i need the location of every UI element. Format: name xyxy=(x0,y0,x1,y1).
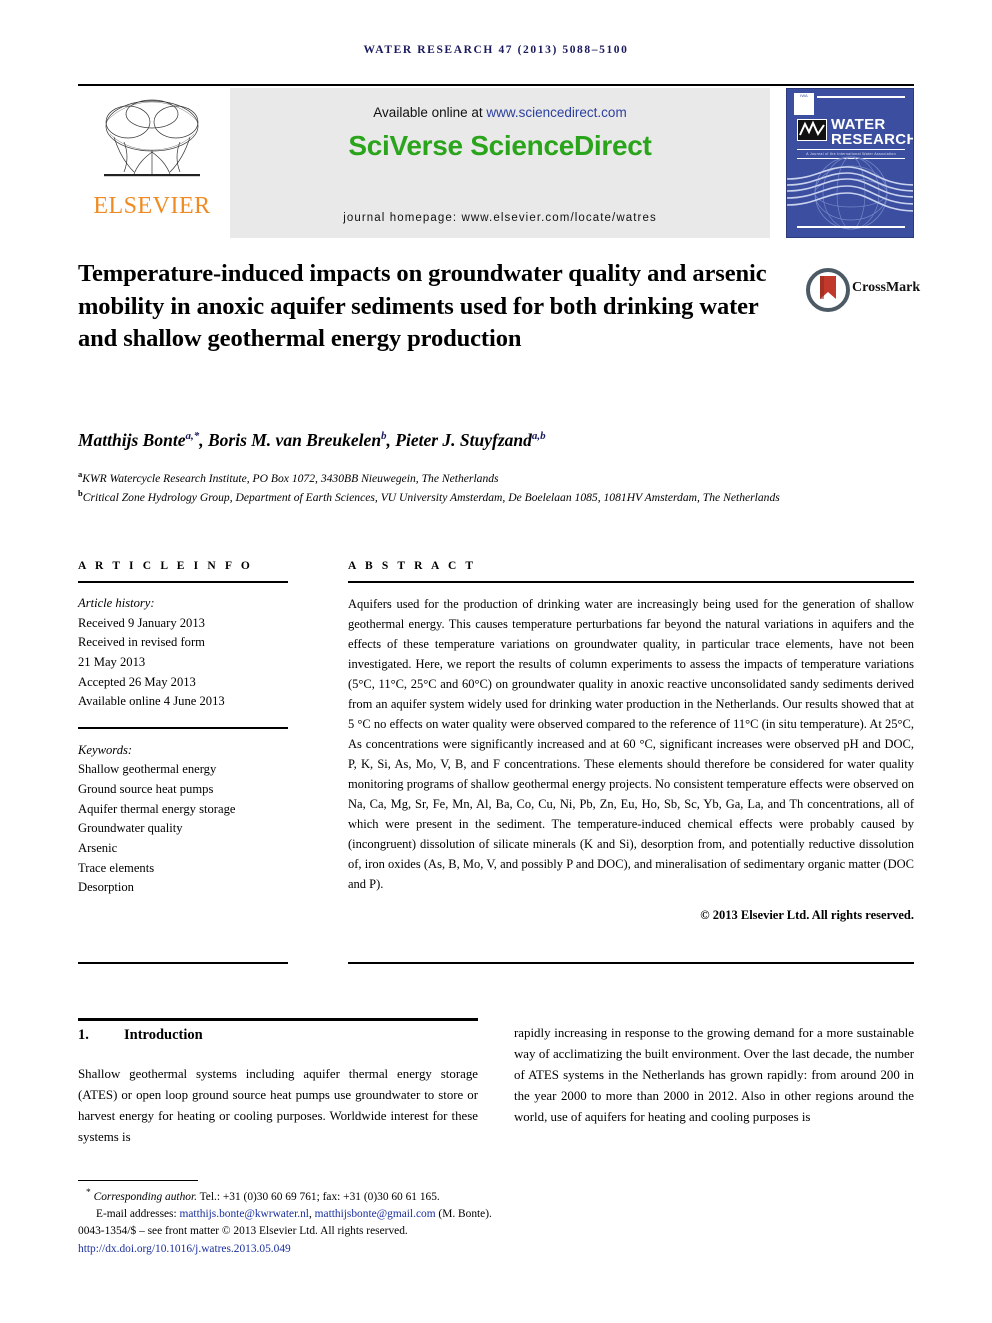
page-title: Temperature-induced impacts on groundwat… xyxy=(78,260,767,353)
iwa-wave-glyph-icon xyxy=(799,120,825,137)
body-column-left: Shallow geothermal systems including aqu… xyxy=(78,1067,478,1144)
article-info-column: A R T I C L E I N F O Article history: R… xyxy=(78,560,288,898)
masthead: ELSEVIER Available online at www.science… xyxy=(78,88,914,238)
cover-globe-waves-graphic xyxy=(787,156,913,230)
journal-homepage-line[interactable]: journal homepage: www.elsevier.com/locat… xyxy=(230,212,770,224)
footnote-rule xyxy=(78,1180,198,1181)
affiliation-a: aKWR Watercycle Research Institute, PO B… xyxy=(78,469,499,485)
journal-article-page: WATER RESEARCH 47 (2013) 5088–5100 ELSEV… xyxy=(0,0,992,1323)
keyword-item: Groundwater quality xyxy=(78,821,183,836)
email-suffix: (M. Bonte). xyxy=(435,1208,492,1221)
history-item: Accepted 26 May 2013 xyxy=(78,674,196,689)
elsevier-wordmark: ELSEVIER xyxy=(93,193,211,219)
email-link-secondary[interactable]: matthijsbonte@gmail.com xyxy=(315,1208,436,1220)
elsevier-tree-icon xyxy=(104,99,200,177)
abstract-copyright: © 2013 Elsevier Ltd. All rights reserved… xyxy=(700,908,914,922)
abstract-heading: A B S T R A C T xyxy=(348,560,477,572)
article-info-bottom-rule xyxy=(78,962,288,964)
history-item: Received 9 January 2013 xyxy=(78,615,205,630)
keyword-item: Aquifer thermal energy storage xyxy=(78,801,236,816)
keywords-rule xyxy=(78,726,288,729)
email-link-primary[interactable]: matthijs.bonte@kwrwater.nl xyxy=(180,1208,309,1220)
keyword-item: Arsenic xyxy=(78,841,118,856)
running-head: WATER RESEARCH 47 (2013) 5088–5100 xyxy=(363,44,629,56)
email-note: E-mail addresses: matthijs.bonte@kwrwate… xyxy=(78,1206,518,1223)
journal-cover-thumbnail: IWA WATER RESEARCH A Journal of the Inte… xyxy=(786,88,914,238)
history-item: Available online 4 June 2013 xyxy=(78,694,225,709)
author-list: Matthijs Bontea,*, Boris M. van Breukele… xyxy=(78,430,546,450)
keywords-block: Keywords: Shallow geothermal energy Grou… xyxy=(78,741,288,898)
doi-link[interactable]: http://dx.doi.org/10.1016/j.watres.2013.… xyxy=(78,1241,518,1258)
elsevier-logo: ELSEVIER xyxy=(78,88,226,238)
header-rule xyxy=(78,84,914,86)
cover-bottom-rule xyxy=(797,226,905,228)
keyword-item: Trace elements xyxy=(78,860,155,875)
history-item: 21 May 2013 xyxy=(78,654,146,669)
sciencedirect-url-link[interactable]: www.sciencedirect.com xyxy=(486,105,626,120)
abstract-column: A B S T R A C T Aquifers used for the pr… xyxy=(348,560,914,923)
section-title: Introduction xyxy=(124,1027,203,1043)
sciencedirect-banner: Available online at www.sciencedirect.co… xyxy=(230,88,770,238)
keyword-item: Shallow geothermal energy xyxy=(78,762,217,777)
cover-journal-title: WATER RESEARCH xyxy=(831,116,914,149)
crossmark-icon xyxy=(806,268,850,312)
history-item: Received in revised form xyxy=(78,635,205,650)
cover-title-line1: WATER xyxy=(831,116,886,133)
body-column-right: rapidly increasing in response to the gr… xyxy=(514,1026,914,1124)
sciverse-sciencedirect-logo: SciVerse ScienceDirect xyxy=(348,130,652,161)
crossmark-badge[interactable]: CrossMark xyxy=(806,268,921,314)
keyword-item: Desorption xyxy=(78,880,134,895)
iwa-publisher-mark-icon: IWA xyxy=(794,93,814,115)
article-info-heading: A R T I C L E I N F O xyxy=(78,560,253,572)
abstract-text: Aquifers used for the production of drin… xyxy=(348,597,914,891)
issn-copyright-line: 0043-1354/$ – see front matter © 2013 El… xyxy=(78,1225,408,1238)
crossmark-label: CrossMark xyxy=(852,280,921,295)
abstract-bottom-rule xyxy=(348,962,914,964)
article-history-block: Article history: Received 9 January 2013… xyxy=(78,594,288,712)
available-online-text: Available online at xyxy=(373,105,487,120)
article-history-label: Article history: xyxy=(78,596,155,610)
footnote-block: * Corresponding author. Tel.: +31 (0)30 … xyxy=(78,1186,518,1258)
section-rule xyxy=(78,1018,478,1021)
corresponding-author-label: Corresponding author. xyxy=(93,1190,197,1203)
abstract-rule xyxy=(348,581,914,583)
iwa-logo-icon xyxy=(797,119,827,141)
cover-top-rule xyxy=(817,96,905,98)
article-info-rule xyxy=(78,581,288,583)
corresponding-author-note: * Corresponding author. Tel.: +31 (0)30 … xyxy=(86,1188,440,1203)
affiliation-b: bCritical Zone Hydrology Group, Departme… xyxy=(78,488,780,504)
available-online-line: Available online at www.sciencedirect.co… xyxy=(230,105,770,120)
cover-title-line2: RESEARCH xyxy=(831,131,914,149)
affiliations: aKWR Watercycle Research Institute, PO B… xyxy=(78,468,878,506)
section-number: 1. xyxy=(78,1027,89,1043)
keywords-label: Keywords: xyxy=(78,742,133,757)
keyword-item: Ground source heat pumps xyxy=(78,782,214,797)
section-heading-introduction: 1. Introduction xyxy=(78,1027,203,1044)
email-label: E-mail addresses: xyxy=(96,1208,180,1221)
corresponding-author-contact: Tel.: +31 (0)30 60 69 761; fax: +31 (0)3… xyxy=(196,1190,440,1203)
